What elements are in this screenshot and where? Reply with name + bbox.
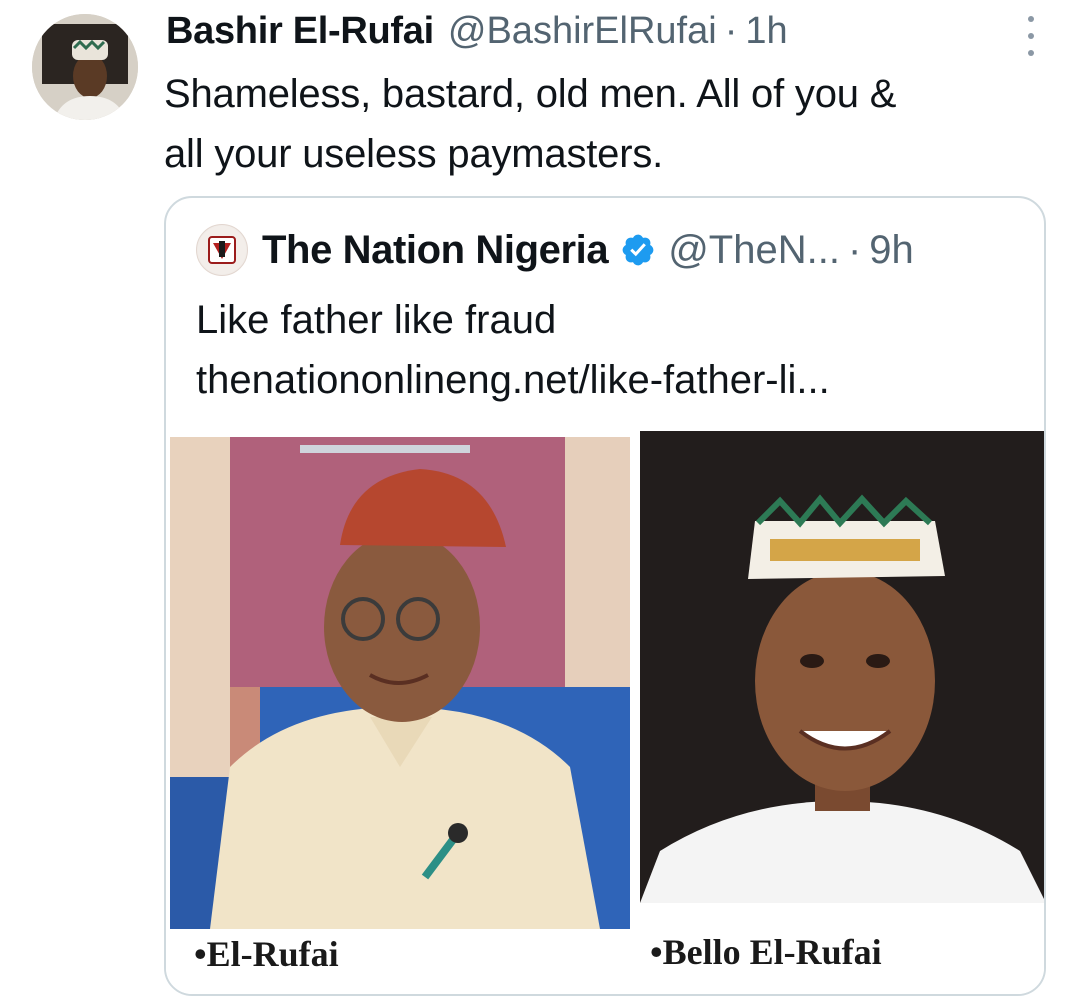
quoted-tweet-card[interactable]: The Nation Nigeria @TheN... · 9h Like fa…	[164, 196, 1046, 996]
quoted-separator-dot: ·	[847, 227, 862, 272]
caption-bello-el-rufai: •Bello El-Rufai	[650, 932, 882, 972]
quoted-media[interactable]: •El-Rufai •Bello El-Rufai	[166, 431, 1044, 994]
verified-badge-icon	[622, 234, 654, 266]
more-vertical-icon[interactable]	[1024, 16, 1038, 56]
nation-logo-icon	[198, 226, 246, 274]
tweet-timestamp[interactable]: 1h	[745, 10, 787, 53]
tweet-text-line-2: all your useless paymasters.	[164, 132, 664, 176]
photo-bello-el-rufai-image	[640, 431, 1044, 903]
avatar-image	[32, 14, 138, 120]
quoted-author-avatar[interactable]	[196, 224, 248, 276]
author-name[interactable]: Bashir El-Rufai	[166, 10, 434, 53]
photo-el-rufai-image	[170, 437, 630, 929]
quoted-tweet-header: The Nation Nigeria @TheN... · 9h	[196, 222, 914, 278]
quoted-author-name[interactable]: The Nation Nigeria	[262, 228, 609, 273]
tweet-header: Bashir El-Rufai @BashirElRufai · 1h	[166, 10, 920, 56]
photo-el-rufai[interactable]	[170, 437, 630, 929]
tweet-text: Shameless, bastard, old men. All of you …	[164, 64, 1044, 184]
tweet-text-line-1: Shameless, bastard, old men. All of you …	[164, 72, 897, 116]
caption-el-rufai: •El-Rufai	[194, 934, 339, 974]
quoted-author-handle[interactable]: @TheN...	[668, 228, 840, 273]
avatar[interactable]	[32, 14, 138, 120]
quoted-text-line: Like father like fraud	[196, 298, 557, 342]
author-handle[interactable]: @BashirElRufai	[448, 10, 717, 53]
separator-dot: ·	[724, 10, 738, 52]
quoted-tweet-text: Like father like fraud thenationonlineng…	[196, 290, 1026, 410]
quoted-link[interactable]: thenationonlineng.net/like-father-li...	[196, 350, 1026, 410]
quoted-timestamp[interactable]: 9h	[869, 228, 914, 273]
photo-bello-el-rufai[interactable]	[640, 431, 1044, 903]
